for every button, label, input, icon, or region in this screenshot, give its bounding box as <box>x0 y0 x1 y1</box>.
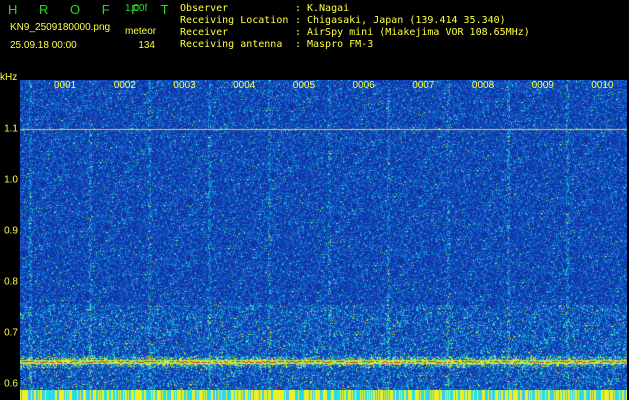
header-panel: H R O F F T 1.00f KN9_2509180000.png met… <box>0 0 629 74</box>
meteor-count: 134 <box>138 40 155 51</box>
app-title: H R O F F T <box>8 2 178 17</box>
y-tick-label: 0.6 <box>4 378 18 390</box>
x-tick-label: 0008 <box>471 80 495 91</box>
x-tick-label: 0001 <box>54 80 77 91</box>
y-tick-label: 0.9 <box>4 225 18 237</box>
info-row-location: Receiving Location: Chigasaki, Japan (139… <box>180 15 506 26</box>
x-tick-label: 0007 <box>412 80 435 91</box>
y-axis: 1.1 1.0 0.9 0.8 0.7 0.6 <box>0 80 20 392</box>
file-name: KN9_2509180000.png <box>10 22 111 33</box>
x-tick-label: 0003 <box>173 80 196 91</box>
info-row-receiver: Receiver: AirSpy mini (Miakejima VOR 108.… <box>180 27 530 38</box>
y-tick-label: 1.1 <box>4 123 18 135</box>
y-tick-label: 1.0 <box>4 174 18 186</box>
y-tick-label: 0.8 <box>4 276 18 288</box>
meteor-activity-bar <box>20 390 627 400</box>
x-tick-label: 0002 <box>113 80 136 91</box>
x-tick-label: 0006 <box>352 80 375 91</box>
x-tick-label: 0009 <box>531 80 554 91</box>
y-tick-label: 0.7 <box>4 327 18 339</box>
station-info: Observer: K.Nagai Receiving Location: Chig… <box>180 3 530 51</box>
x-tick-label: 0010 <box>591 80 614 91</box>
timestamp: 25.09.18 00:00 <box>10 40 77 51</box>
x-tick-label: 0005 <box>292 80 316 91</box>
x-tick-label: 0004 <box>233 80 256 91</box>
spectrogram-plot <box>20 80 627 392</box>
version-label: 1.00f <box>125 3 148 14</box>
meteor-label: meteor <box>125 26 157 37</box>
info-row-antenna: Receiving antenna: Maspro FM-3 <box>180 39 374 50</box>
spectrogram-canvas <box>20 80 627 392</box>
info-row-observer: Observer: K.Nagai <box>180 3 350 14</box>
